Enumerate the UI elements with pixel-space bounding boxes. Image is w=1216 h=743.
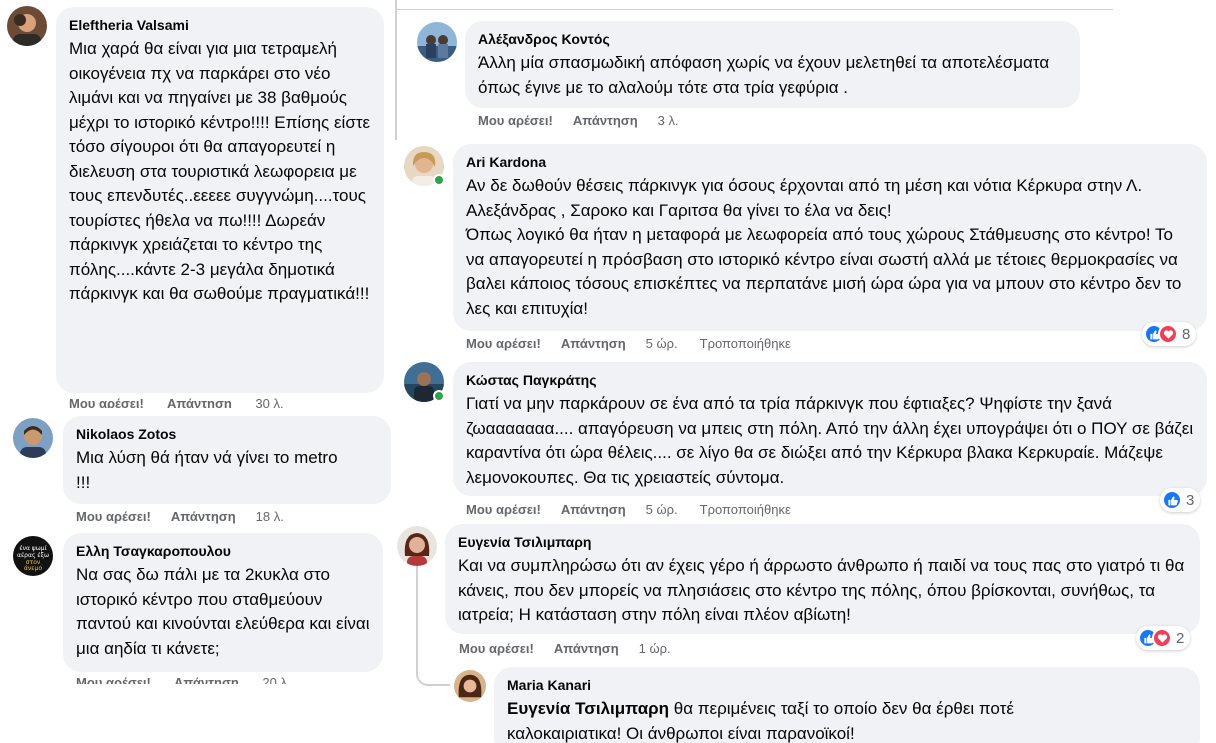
- avatar[interactable]: [397, 526, 437, 566]
- comment-author[interactable]: Ευγενία Τσιλιμπαρη: [458, 533, 1187, 551]
- comment-actions: Μου αρέσει! Απάντηση 5 ώρ. Τροποποιήθηκε: [466, 502, 791, 518]
- reaction-summary[interactable]: 2: [1136, 626, 1191, 650]
- comment-author[interactable]: Maria Kanari: [507, 676, 1187, 694]
- like-button[interactable]: Μου αρέσει!: [478, 113, 553, 129]
- like-button[interactable]: Μου αρέσει!: [76, 675, 151, 684]
- comment-actions: Μου αρέσει! Απάντηση 20 λ.: [76, 675, 316, 684]
- comment-author[interactable]: Eleftheria Valsami: [69, 16, 371, 34]
- comment-text: Μια λύση θά ήταν νά γίνει το metro !!!: [76, 448, 338, 492]
- thread-line: [395, 0, 397, 140]
- comment-actions: Μου αρέσει! Απάντηση 30 λ.: [69, 396, 329, 408]
- like-reaction-icon: [1162, 490, 1182, 510]
- svg-text:άνεμο: άνεμο: [24, 565, 42, 572]
- comment-actions: Μου αρέσει! Απάντηση 5 ώρ. Τροποποιήθηκε: [466, 336, 791, 352]
- comment-text: Και να συμπληρώσω ότι αν έχεις γέρο ή άρ…: [458, 556, 1185, 624]
- comment-time[interactable]: 18 λ.: [256, 509, 284, 525]
- comment-bubble: Eleftheria Valsami Μια χαρά θα είναι για…: [56, 7, 384, 393]
- like-button[interactable]: Μου αρέσει!: [69, 396, 144, 408]
- comment-bubble: Αλέξανδρος Κοντός Άλλη μία σπασμωδική απ…: [465, 21, 1080, 108]
- reply-button[interactable]: Απάντηση: [174, 675, 239, 684]
- reply-button[interactable]: Απάντηση: [167, 396, 232, 408]
- comment-bubble: Ελλη Τσαγκαροπουλου Να σας δω πάλι με τα…: [63, 533, 383, 672]
- like-button[interactable]: Μου αρέσει!: [76, 509, 151, 525]
- mention-link[interactable]: Ευγενία Τσιλιμπαρη: [507, 699, 669, 718]
- comment-author[interactable]: Κώστας Παγκράτης: [466, 371, 1194, 389]
- svg-text:αέρας έξω: αέρας έξω: [17, 552, 49, 559]
- comment-time[interactable]: 20 λ.: [262, 675, 290, 684]
- comment-text: Γιατί να μην παρκάρουν σε ένα από τα τρί…: [466, 394, 1194, 487]
- comment-author[interactable]: Nikolaos Zotos: [76, 425, 378, 443]
- comment-author[interactable]: Ελλη Τσαγκαροπουλου: [76, 542, 370, 560]
- comment-time[interactable]: 30 λ.: [255, 396, 283, 408]
- avatar[interactable]: [417, 22, 457, 62]
- comment-author[interactable]: Αλέξανδρος Κοντός: [478, 30, 1067, 48]
- reply-thread-connector: [416, 664, 450, 686]
- comment-actions: Μου αρέσει! Απάντηση 3 λ.: [478, 113, 701, 129]
- like-button[interactable]: Μου αρέσει!: [466, 336, 541, 352]
- comment-actions: Μου αρέσει! Απάντηση 1 ώρ.: [459, 641, 693, 657]
- online-status-indicator: [433, 174, 445, 186]
- love-reaction-icon: [1158, 324, 1178, 344]
- reply-button[interactable]: Απάντηση: [561, 336, 626, 352]
- comment-time[interactable]: 1 ώρ.: [639, 641, 671, 657]
- comment-bubble: Ari Kardona Αν δε δωθούν θέσεις πάρκινγκ…: [453, 144, 1207, 331]
- reaction-count: 3: [1186, 491, 1195, 509]
- reaction-count: 2: [1176, 629, 1185, 647]
- comment-bubble: Nikolaos Zotos Μια λύση θά ήταν νά γίνει…: [63, 416, 391, 504]
- comment-text: Αν δε δωθούν θέσεις πάρκινγκ για όσους έ…: [466, 176, 1143, 220]
- reply-button[interactable]: Απάντηση: [573, 113, 638, 129]
- reaction-summary[interactable]: 3: [1160, 488, 1201, 512]
- like-button[interactable]: Μου αρέσει!: [466, 502, 541, 518]
- svg-text:ένα ψωμί: ένα ψωμί: [19, 545, 46, 552]
- reply-button[interactable]: Απάντηση: [561, 502, 626, 518]
- online-status-indicator: [433, 390, 445, 402]
- comment-text: Να σας δω πάλι με τα 2κυκλα στο ιστορικό…: [76, 565, 370, 658]
- comment-actions: Μου αρέσει! Απάντηση 18 λ.: [76, 509, 306, 525]
- reply-button[interactable]: Απάντηση: [171, 509, 236, 525]
- comment-text: Μια χαρά θα είναι για μια τετραμελή οικο…: [69, 39, 371, 303]
- comment-time[interactable]: 5 ώρ.: [646, 502, 678, 518]
- avatar[interactable]: [13, 418, 53, 458]
- reply-thread-line: [416, 566, 418, 666]
- avatar[interactable]: [454, 670, 486, 702]
- edited-label[interactable]: Τροποποιήθηκε: [700, 336, 791, 352]
- reply-button[interactable]: Απάντηση: [554, 641, 619, 657]
- comment-time[interactable]: 5 ώρ.: [646, 336, 678, 352]
- comment-author[interactable]: Ari Kardona: [466, 153, 1194, 171]
- comment-bubble: Κώστας Παγκράτης Γιατί να μην παρκάρουν …: [453, 362, 1207, 496]
- comment-text: Ευγενία Τσιλιμπαρη θα περιμένεις ταξί το…: [507, 697, 1097, 743]
- avatar[interactable]: [7, 6, 47, 46]
- like-button[interactable]: Μου αρέσει!: [459, 641, 534, 657]
- reaction-count: 8: [1182, 325, 1191, 343]
- edited-label[interactable]: Τροποποιήθηκε: [700, 502, 791, 518]
- comment-time[interactable]: 3 λ.: [658, 113, 679, 129]
- reaction-summary[interactable]: 8: [1142, 322, 1197, 346]
- comment-bubble: Ευγενία Τσιλιμπαρη Και να συμπληρώσω ότι…: [445, 524, 1200, 634]
- comment-text: Άλλη μία σπασμωδική απόφαση χωρίς να έχο…: [478, 53, 1050, 97]
- avatar[interactable]: ένα ψωμί αέρας έξω στον άνεμο: [13, 536, 53, 576]
- divider: [397, 9, 1113, 10]
- comment-bubble: Maria Kanari Ευγενία Τσιλιμπαρη θα περιμ…: [494, 667, 1200, 743]
- comment-text: Όπως λογικό θα ήταν η μεταφορά με λεωφορ…: [466, 225, 1182, 318]
- love-reaction-icon: [1152, 628, 1172, 648]
